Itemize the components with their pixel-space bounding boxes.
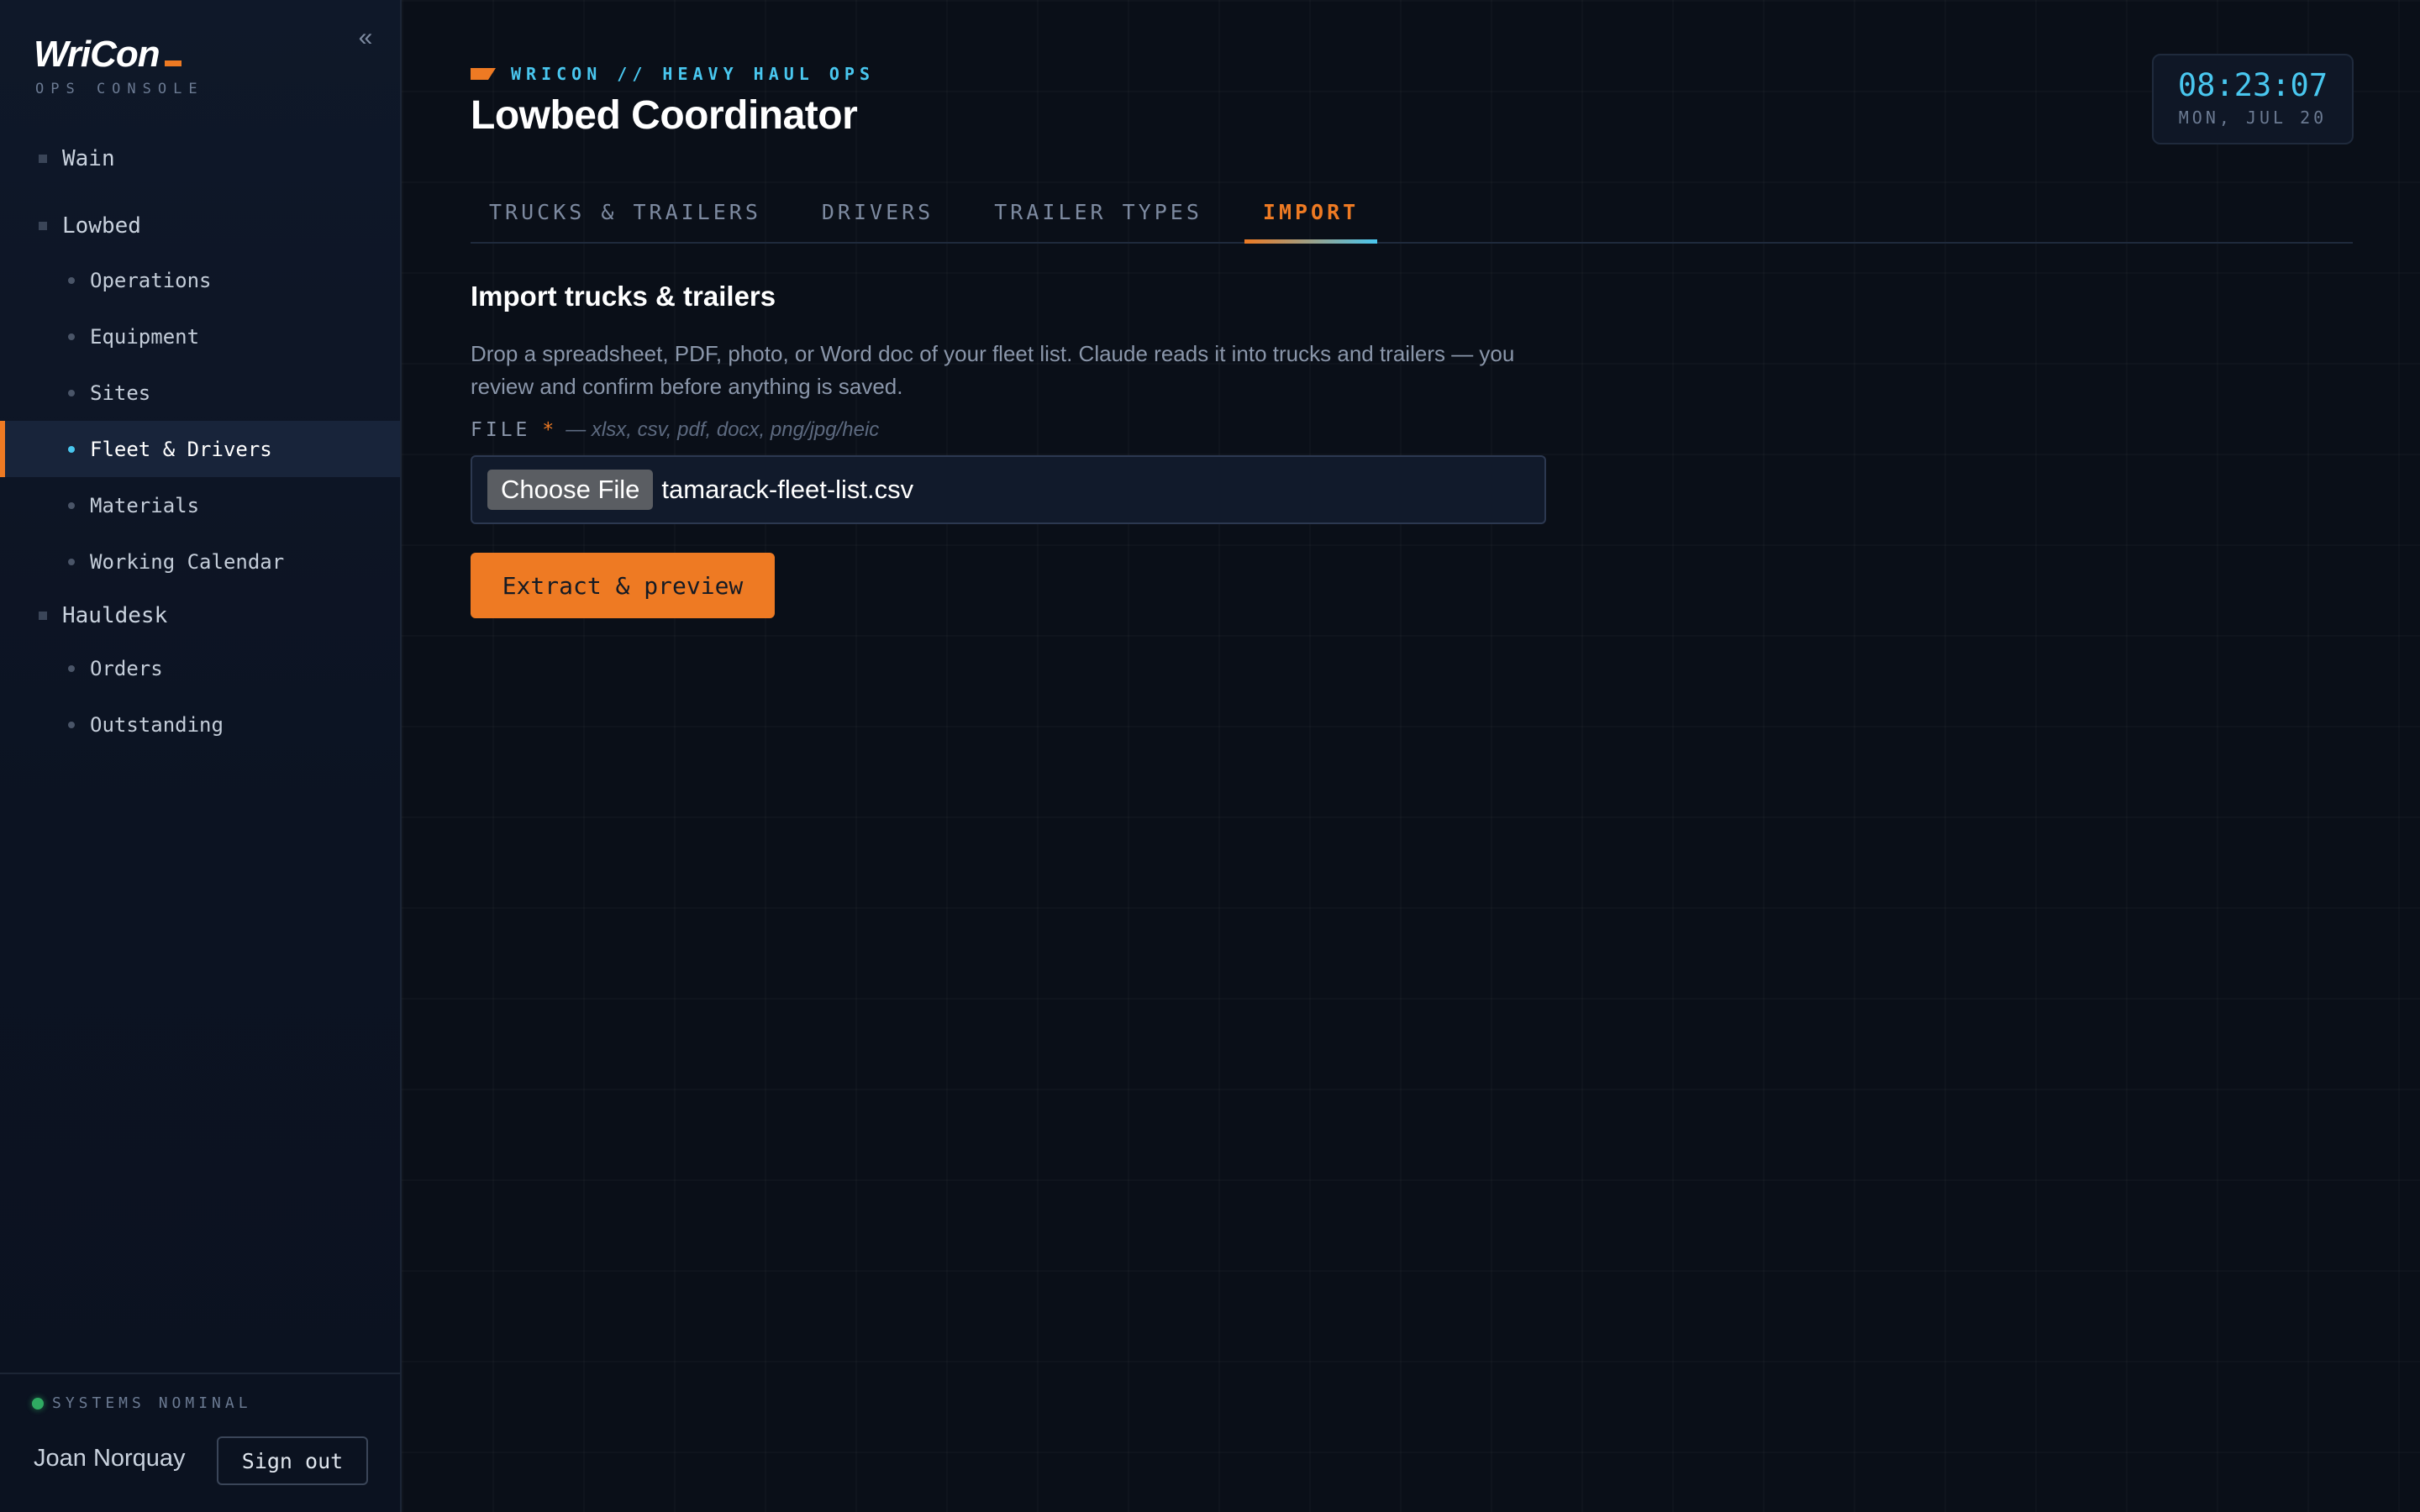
dot-bullet-icon xyxy=(68,721,75,728)
file-input[interactable]: Choose File tamarack-fleet-list.csv xyxy=(471,455,1546,524)
nav-group-label: Wain xyxy=(62,146,115,171)
square-bullet-icon xyxy=(39,222,47,230)
sidebar: WriCon OPS CONSOLE « Wain Lowbed Operati… xyxy=(0,0,402,1512)
dot-bullet-icon xyxy=(68,664,75,672)
tab-drivers[interactable]: DRIVERS xyxy=(803,181,952,242)
nav-group-label: Lowbed xyxy=(62,213,141,239)
brand[interactable]: WriCon OPS CONSOLE xyxy=(34,34,204,97)
square-bullet-icon xyxy=(39,612,47,620)
clock-date: MON, JUL 20 xyxy=(2178,108,2328,128)
collapse-sidebar-icon[interactable]: « xyxy=(353,24,378,51)
choose-file-button[interactable]: Choose File xyxy=(487,470,654,510)
sign-out-button[interactable]: Sign out xyxy=(217,1436,368,1485)
sidebar-item-label: Materials xyxy=(90,493,200,517)
file-field-label: FILE * — xlsx, csv, pdf, docx, png/jpg/h… xyxy=(471,418,879,442)
extract-preview-button[interactable]: Extract & preview xyxy=(471,553,775,618)
flag-icon xyxy=(471,68,496,80)
clock-widget: 08:23:07 MON, JUL 20 xyxy=(2152,54,2354,144)
required-marker: * xyxy=(542,419,558,441)
eyebrow-label: WRICON // HEAVY HAUL OPS xyxy=(511,64,875,84)
sidebar-footer: SYSTEMS NOMINAL Joan Norquay Sign out xyxy=(0,1373,400,1512)
dot-bullet-icon xyxy=(68,389,75,396)
file-label-text: FILE xyxy=(471,419,531,441)
sidebar-item-sites[interactable]: Sites xyxy=(0,365,400,421)
sidebar-item-label: Orders xyxy=(90,656,163,680)
system-status: SYSTEMS NOMINAL xyxy=(32,1394,252,1412)
sidebar-item-label: Outstanding xyxy=(90,712,224,737)
tab-trailer-types[interactable]: TRAILER TYPES xyxy=(976,181,1221,242)
sidebar-item-label: Equipment xyxy=(90,324,200,349)
dot-bullet-icon xyxy=(68,558,75,565)
page-title: Lowbed Coordinator xyxy=(471,93,858,138)
tab-import[interactable]: IMPORT xyxy=(1244,181,1378,244)
sidebar-item-materials[interactable]: Materials xyxy=(0,477,400,533)
sidebar-item-working-calendar[interactable]: Working Calendar xyxy=(0,533,400,590)
status-indicator-icon xyxy=(32,1397,44,1410)
sidebar-item-label: Sites xyxy=(90,381,151,405)
clock-time: 08:23:07 xyxy=(2177,67,2328,103)
main-content: WRICON // HEAVY HAUL OPS Lowbed Coordina… xyxy=(402,0,2420,1512)
eyebrow: WRICON // HEAVY HAUL OPS xyxy=(471,64,875,84)
dot-bullet-icon xyxy=(68,333,75,340)
nav-group-lowbed[interactable]: Lowbed xyxy=(0,205,400,247)
sidebar-nav: Wain Lowbed Operations Equipment Sites F… xyxy=(0,138,400,753)
sidebar-item-label: Operations xyxy=(90,268,212,292)
sidebar-item-orders[interactable]: Orders xyxy=(0,640,400,696)
selected-file-name: tamarack-fleet-list.csv xyxy=(661,475,914,504)
nav-group-label: Hauldesk xyxy=(62,603,168,628)
logo: WriCon xyxy=(34,34,204,76)
nav-group-wain[interactable]: Wain xyxy=(0,138,400,180)
dot-bullet-icon xyxy=(68,276,75,284)
sidebar-item-equipment[interactable]: Equipment xyxy=(0,308,400,365)
tab-trucks-trailers[interactable]: TRUCKS & TRAILERS xyxy=(471,181,780,242)
import-description: Drop a spreadsheet, PDF, photo, or Word … xyxy=(471,341,1515,399)
file-type-hint: — xlsx, csv, pdf, docx, png/jpg/heic xyxy=(566,418,880,441)
dot-bullet-icon xyxy=(68,445,75,453)
dot-bullet-icon xyxy=(68,501,75,509)
logo-cursor xyxy=(164,60,182,66)
sidebar-item-label: Working Calendar xyxy=(90,549,285,574)
user-name: Joan Norquay xyxy=(34,1445,186,1472)
tab-bar: TRUCKS & TRAILERS DRIVERS TRAILER TYPES … xyxy=(471,181,2353,244)
import-title: Import trucks & trailers xyxy=(471,281,776,312)
brand-subtitle: OPS CONSOLE xyxy=(35,81,204,97)
sidebar-item-fleet-drivers[interactable]: Fleet & Drivers xyxy=(0,421,400,477)
nav-group-hauldesk[interactable]: Hauldesk xyxy=(0,595,400,637)
square-bullet-icon xyxy=(39,155,47,163)
status-label: SYSTEMS NOMINAL xyxy=(52,1394,252,1412)
sidebar-item-operations[interactable]: Operations xyxy=(0,252,400,308)
sidebar-item-label: Fleet & Drivers xyxy=(90,437,272,461)
sidebar-item-outstanding[interactable]: Outstanding xyxy=(0,696,400,753)
